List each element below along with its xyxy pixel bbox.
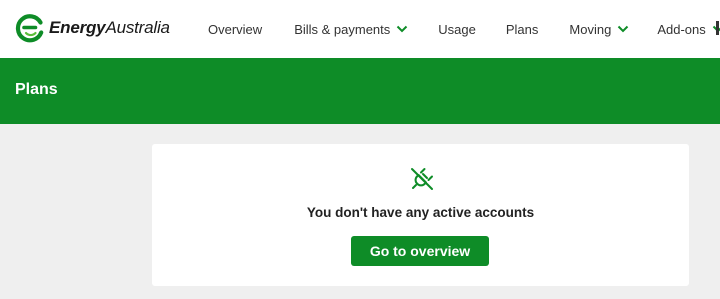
nav-item-bills-payments[interactable]: Bills & payments (294, 22, 408, 37)
nav-item-label: Bills & payments (294, 21, 391, 37)
nav-item-label: Moving (569, 21, 612, 37)
chevron-down-icon (397, 25, 408, 33)
nav-item-label: Add-ons (657, 21, 706, 37)
top-header: EnergyAustralia Overview Bills & payment… (0, 0, 720, 58)
empty-state-message: You don't have any active accounts (306, 205, 535, 220)
nav-overflow-item[interactable] (716, 21, 719, 35)
nav-item-label: Plans (505, 21, 539, 37)
go-to-overview-button[interactable]: Go to overview (351, 236, 489, 266)
page-title: Plans (15, 81, 58, 98)
page-banner: Plans (0, 58, 720, 124)
empty-state-card: You don't have any active accounts Go to… (152, 144, 689, 286)
logo-mark-icon (15, 14, 44, 43)
nav-item-label: Usage (438, 21, 476, 37)
nav-item-add-ons[interactable]: Add-ons (657, 22, 720, 37)
energyaustralia-logo[interactable]: EnergyAustralia (15, 13, 170, 43)
logo-text: EnergyAustralia (49, 18, 170, 38)
chevron-down-icon (618, 25, 629, 33)
nav-item-label: Overview (208, 21, 263, 37)
nav-item-overview[interactable]: Overview (208, 22, 262, 37)
main-nav: Overview Bills & payments Usage Plans Mo… (208, 0, 720, 58)
unplugged-icon (411, 168, 433, 190)
logo-text-regular: Australia (105, 18, 170, 37)
nav-item-usage[interactable]: Usage (438, 22, 476, 37)
nav-item-moving[interactable]: Moving (569, 22, 629, 37)
logo-text-bold: Energy (49, 18, 106, 37)
nav-item-plans[interactable]: Plans (506, 22, 539, 37)
